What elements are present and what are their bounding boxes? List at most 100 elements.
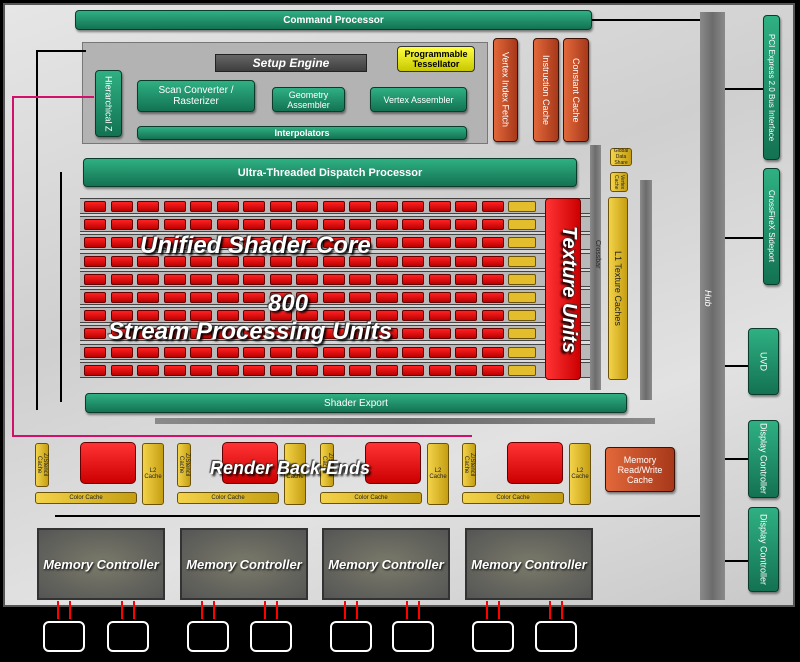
stream-processor-block: [481, 237, 504, 249]
memory-controller-4: Memory Controller: [465, 528, 593, 600]
stream-processor-block: [481, 255, 504, 267]
stream-processor-block: [296, 201, 318, 212]
memory-chip: [250, 621, 292, 652]
connector: [592, 19, 700, 21]
stream-processor-block: [428, 346, 451, 358]
render-back-end-unit: [365, 442, 421, 484]
stream-processor-block: [402, 219, 424, 231]
stream-processor-block: [402, 346, 424, 358]
connector: [725, 365, 748, 367]
connector: [725, 458, 748, 460]
display-controller-1: Display Controller: [748, 420, 779, 498]
stream-processor-block: [243, 273, 265, 285]
stream-processor-block: [216, 219, 239, 231]
stream-processor-block: [322, 346, 345, 358]
simd-row: [80, 361, 590, 378]
stream-processor-block: [137, 201, 159, 212]
stream-processor-block: [375, 201, 398, 212]
stream-processor-block: [402, 201, 424, 212]
stream-processor-block: [349, 364, 371, 376]
memory-chip: [392, 621, 434, 652]
stream-processor-block: [84, 201, 106, 212]
constant-cache: Constant Cache: [563, 38, 589, 142]
stream-processor-block: [375, 364, 398, 376]
hub-label: Hub: [703, 290, 713, 307]
vertex-cache: Vertex Cache: [610, 172, 628, 192]
stream-processor-block: [375, 219, 398, 231]
stream-processor-block: [428, 292, 451, 303]
stream-processor-block: [216, 364, 239, 376]
stream-processor-block: [375, 255, 398, 267]
stream-processor-block: [428, 310, 451, 322]
stream-processor-block: [269, 273, 292, 285]
z-stencil-cache: Z/Stencil Cache: [177, 443, 191, 487]
stream-processor-block: [84, 255, 106, 267]
stream-processor-block: [190, 292, 212, 303]
stream-processor-block: [84, 292, 106, 303]
red-arrow: [549, 601, 551, 619]
stream-processor-block: [455, 219, 477, 231]
stream-processor-block: [84, 237, 106, 249]
memory-controller-2: Memory Controller: [180, 528, 308, 600]
stream-processor-block: [322, 292, 345, 303]
color-cache: Color Cache: [462, 492, 564, 504]
stream-processor-block: [296, 364, 318, 376]
stream-processor-block: [243, 201, 265, 212]
ultra-threaded-dispatch-processor: Ultra-Threaded Dispatch Processor: [83, 158, 577, 187]
red-arrow: [561, 601, 563, 619]
global-data-share: Global Data Share: [610, 148, 632, 166]
stream-processor-block: [349, 273, 371, 285]
stream-processor-block: [296, 346, 318, 358]
l2-cache: L2 Cache: [142, 443, 164, 505]
command-processor: Command Processor: [75, 10, 592, 30]
stream-processor-block: [402, 255, 424, 267]
stream-processor-block: [481, 328, 504, 340]
stream-processor-block: [84, 219, 106, 231]
stream-processor-block: [163, 346, 186, 358]
red-arrow: [264, 601, 266, 619]
stream-processor-block: [110, 364, 133, 376]
connector: [725, 237, 763, 239]
red-arrow: [406, 601, 408, 619]
local-data-share: [508, 328, 536, 340]
shader-core-title: Unified Shader Core: [140, 232, 371, 259]
stream-processor-block: [110, 237, 133, 249]
memory-read-write-cache: Memory Read/Write Cache: [605, 447, 675, 492]
color-cache: Color Cache: [320, 492, 422, 504]
red-arrow: [69, 601, 71, 619]
red-arrow: [418, 601, 420, 619]
crossfirex-sideport: CrossFireX Sideport: [763, 168, 780, 285]
stream-processor-block: [84, 346, 106, 358]
stream-processor-block: [190, 201, 212, 212]
geometry-assembler: Geometry Assembler: [272, 87, 345, 112]
connector: [36, 50, 38, 410]
stream-processor-block: [216, 292, 239, 303]
stream-processor-block: [269, 219, 292, 231]
simd-row: [80, 198, 590, 214]
memory-chip: [43, 621, 85, 652]
stream-processor-block: [375, 237, 398, 249]
stream-processor-block: [455, 201, 477, 212]
simd-row: [80, 270, 590, 287]
stream-processor-block: [137, 364, 159, 376]
red-arrow: [498, 601, 500, 619]
stream-processor-block: [375, 273, 398, 285]
stream-processor-block: [243, 346, 265, 358]
vertex-index-fetch: Vertex Index Fetch: [493, 38, 518, 142]
connector: [60, 172, 62, 402]
stream-processor-block: [428, 364, 451, 376]
local-data-share: [508, 346, 536, 358]
stream-processor-block: [296, 219, 318, 231]
stream-processor-block: [216, 273, 239, 285]
stream-processor-block: [375, 292, 398, 303]
z-stencil-cache: Z/Stencil Cache: [462, 443, 476, 487]
stream-processor-block: [137, 219, 159, 231]
render-back-ends-label: Render Back-Ends: [210, 458, 371, 478]
stream-processor-block: [163, 201, 186, 212]
stream-processor-block: [428, 255, 451, 267]
stream-processor-block: [402, 310, 424, 322]
stream-processor-block: [243, 219, 265, 231]
stream-processor-block: [137, 346, 159, 358]
stream-processor-block: [481, 346, 504, 358]
stream-processor-block: [428, 219, 451, 231]
